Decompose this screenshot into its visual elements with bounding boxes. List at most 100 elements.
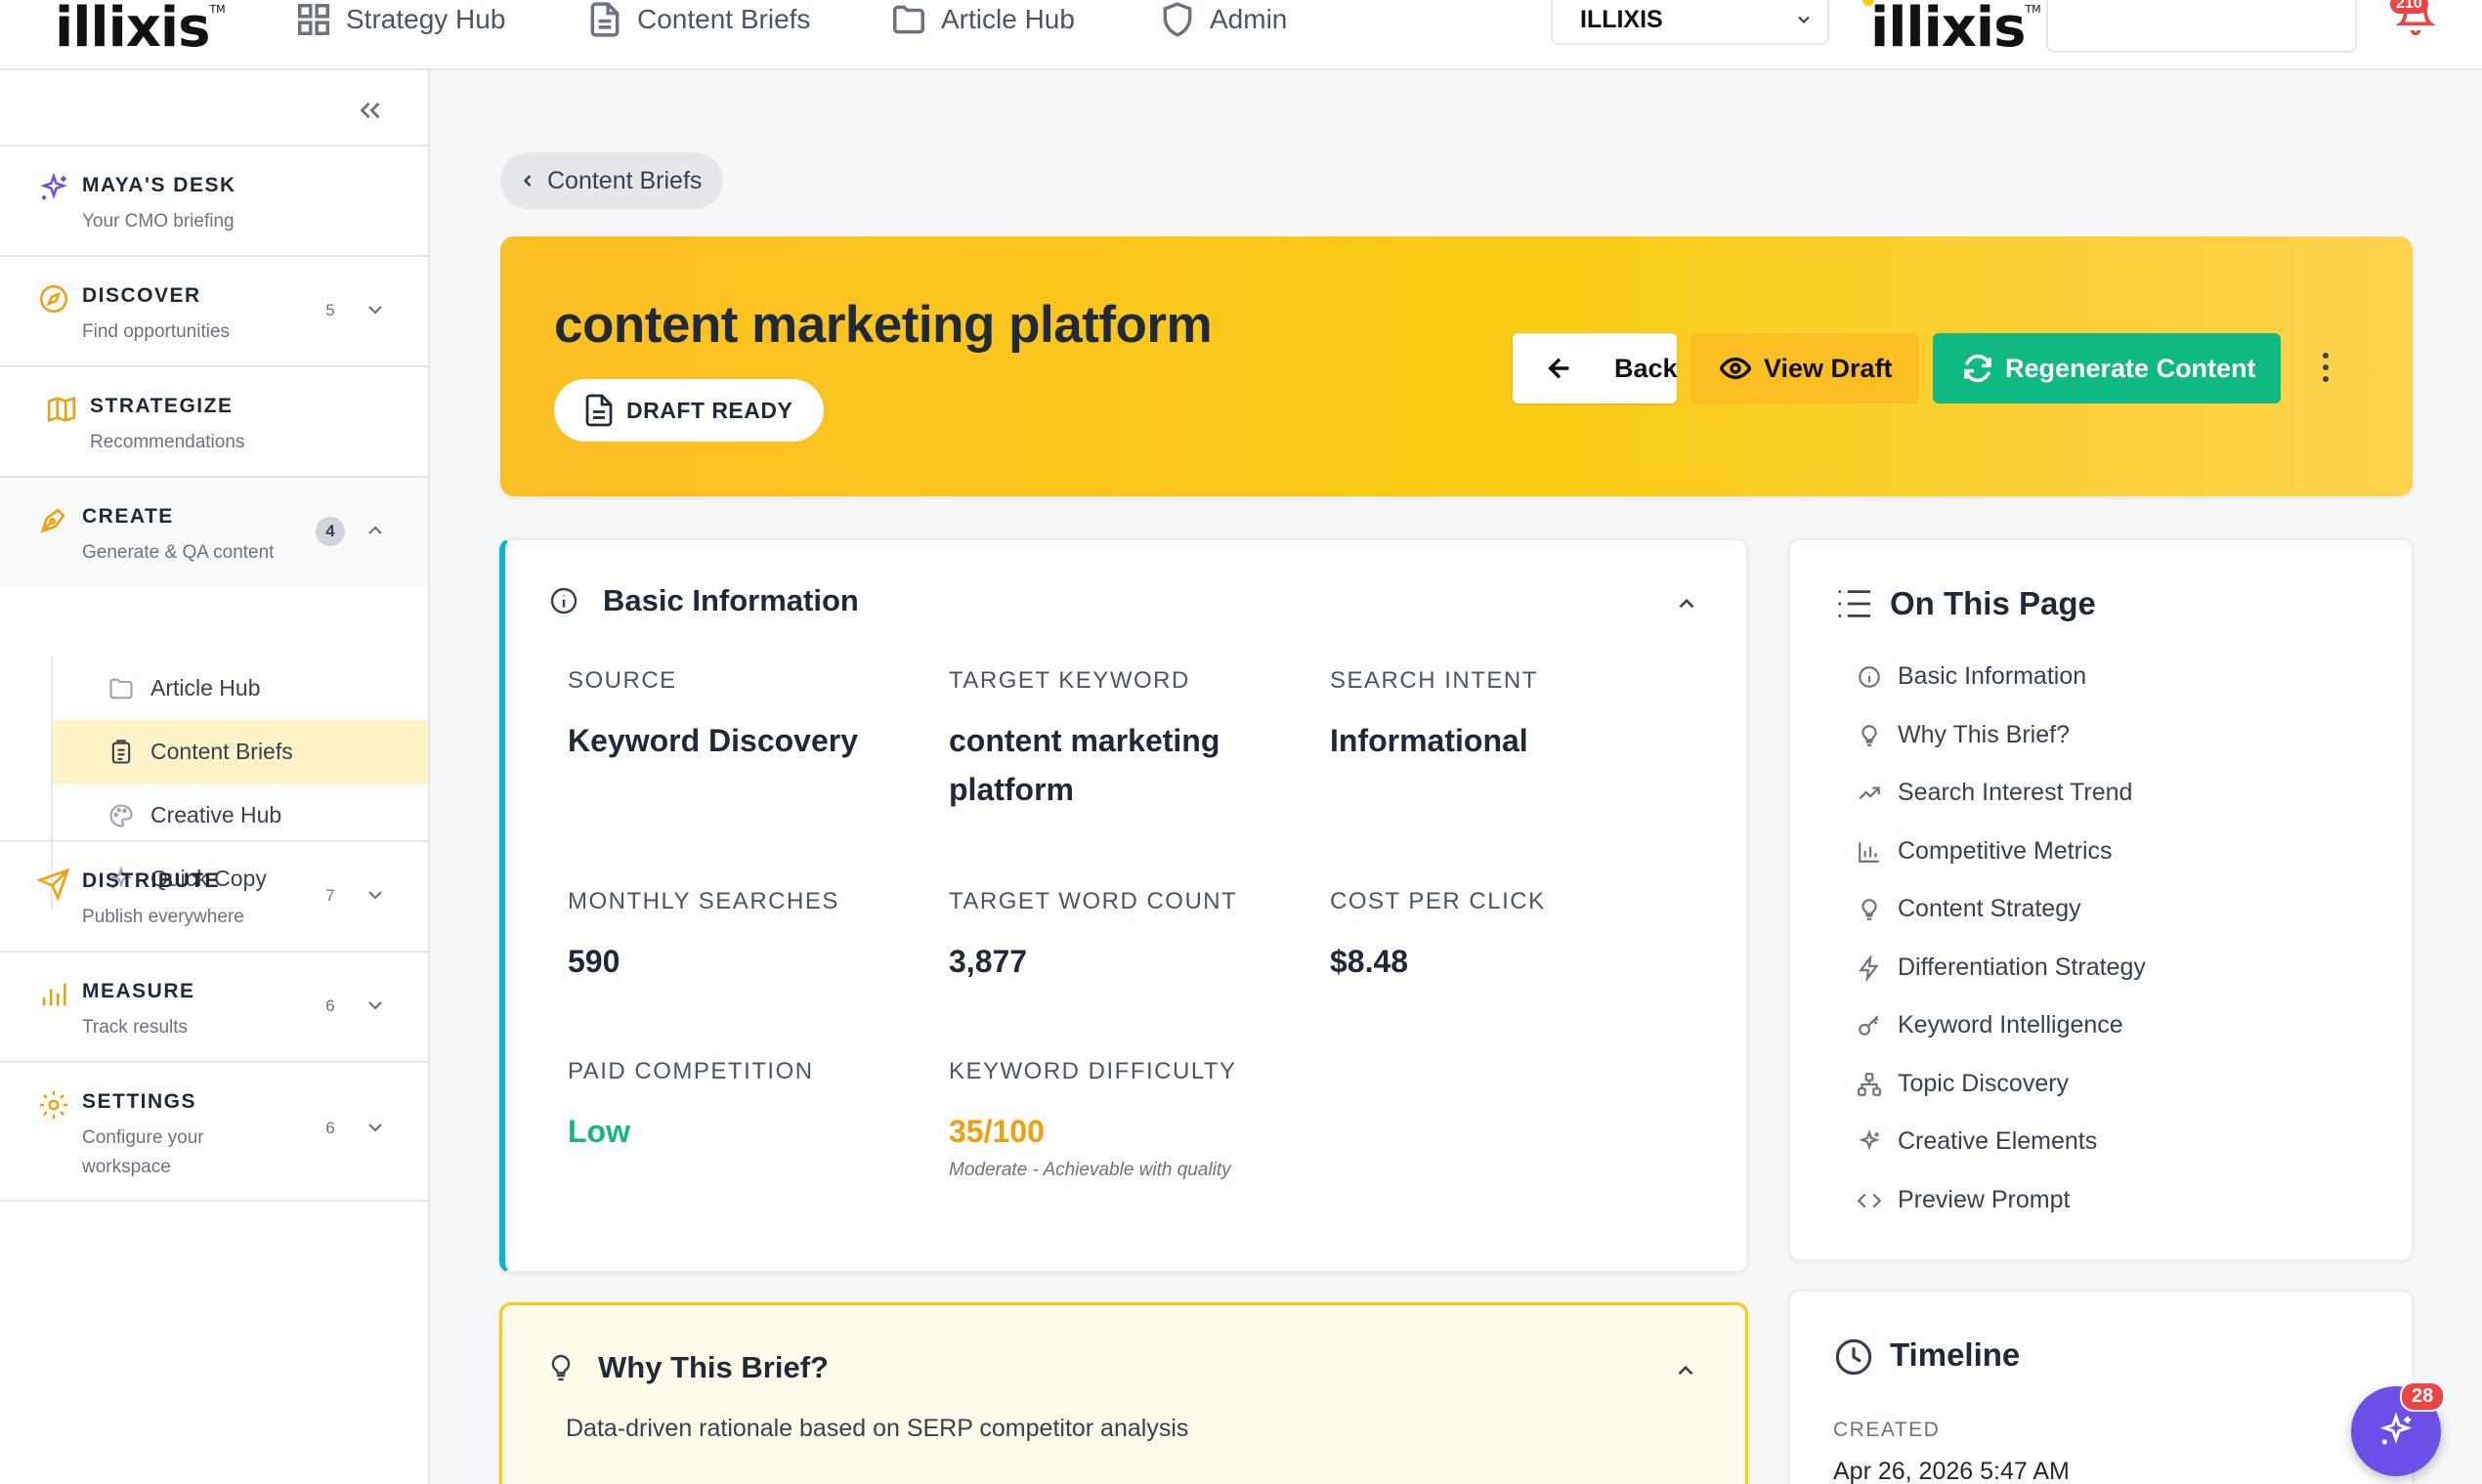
section-title: DISCOVER — [82, 284, 201, 307]
section-title: DISTRIBUTE — [82, 869, 220, 892]
nav-label: Strategy Hub — [346, 4, 506, 34]
section-title: MAYA'S DESK — [82, 174, 236, 196]
toc-list: Basic Information Why This Brief? Search… — [1857, 648, 2146, 1229]
section-subtitle: Generate & QA content — [82, 542, 275, 563]
zap-icon — [1859, 954, 1879, 981]
folder-icon — [109, 678, 133, 699]
section-subtitle: Find opportunities — [82, 321, 231, 342]
clipboard-icon — [111, 739, 131, 764]
sub-item-label: Content Briefs — [150, 739, 293, 764]
nav-strategy-hub[interactable]: Strategy Hub — [295, 0, 505, 39]
list-icon — [1838, 590, 1870, 617]
lightbulb-icon — [1862, 724, 1877, 746]
sidebar-item-distribute[interactable]: DISTRIBUTE Publish everywhere 7 — [0, 840, 428, 951]
section-subtitle: Configure your workspace — [82, 1127, 204, 1177]
sparkles-icon — [2379, 1412, 2413, 1445]
chevron-up-icon[interactable] — [1673, 1358, 1698, 1383]
shield-icon — [1163, 2, 1192, 37]
sidebar-item-create[interactable]: CREATE Generate & QA content 4 — [0, 476, 428, 586]
info-icon — [550, 587, 578, 615]
notification-badge: 210 — [2390, 0, 2428, 14]
nav-article-hub[interactable]: Article Hub — [890, 0, 1075, 39]
search-input[interactable] — [2046, 0, 2357, 53]
back-button[interactable]: Back — [1513, 333, 1678, 403]
eye-icon — [1720, 357, 1751, 380]
chevron-up-icon[interactable] — [1674, 591, 1699, 616]
organization-select[interactable]: ILLIXIS — [1551, 0, 1829, 45]
sidebar-item-content-briefs[interactable]: Content Briefs — [53, 720, 428, 784]
brand-logo-secondary: illixisTM — [1862, 0, 2041, 60]
bar-chart-icon — [1859, 841, 1879, 863]
compass-icon — [39, 284, 68, 314]
brief-header: content marketing platform DRAFT READY B… — [500, 236, 2413, 496]
breadcrumb-back-link[interactable]: Content Briefs — [500, 152, 724, 209]
toc-link-creative-elements[interactable]: Creative Elements — [1857, 1113, 2146, 1171]
toc-link-topic-discovery[interactable]: Topic Discovery — [1857, 1055, 2146, 1114]
card-header: On This Page — [1835, 585, 2096, 622]
card-header: Timeline — [1833, 1336, 2020, 1376]
assistant-badge: 28 — [2400, 1381, 2446, 1412]
sidebar-item-strategize[interactable]: STRATEGIZE Recommendations — [0, 365, 428, 476]
brand-logo[interactable]: illixisTM — [55, 0, 226, 60]
toc-link-basic-information[interactable]: Basic Information — [1857, 648, 2146, 706]
lightbulb-icon — [551, 1354, 571, 1381]
section-count: 6 — [325, 1119, 335, 1137]
sidebar: MAYA'S DESK Your CMO briefing DISCOVER F… — [0, 70, 430, 1484]
on-this-page-card: On This Page Basic Information Why This … — [1788, 538, 2414, 1261]
toc-link-competitive-metrics[interactable]: Competitive Metrics — [1857, 823, 2146, 881]
breadcrumb-label: Content Briefs — [547, 167, 703, 194]
toc-link-differentiation-strategy[interactable]: Differentiation Strategy — [1857, 939, 2146, 997]
chevron-down-icon[interactable] — [364, 1116, 387, 1139]
card-title: On This Page — [1890, 585, 2096, 621]
key-icon — [1859, 1015, 1879, 1036]
section-title: MEASURE — [82, 980, 195, 1002]
section-count: 4 — [316, 517, 345, 546]
chevron-up-icon[interactable] — [364, 519, 387, 542]
chevron-down-icon[interactable] — [364, 994, 387, 1017]
more-options-icon[interactable] — [2316, 350, 2335, 385]
grid-icon — [298, 4, 329, 35]
status-label: DRAFT READY — [626, 398, 793, 423]
gear-icon — [39, 1090, 68, 1120]
card-title: Basic Information — [603, 583, 859, 617]
section-count: 5 — [325, 301, 335, 319]
sidebar-item-mayas-desk[interactable]: MAYA'S DESK Your CMO briefing — [0, 145, 428, 255]
toc-link-why-this-brief[interactable]: Why This Brief? — [1857, 706, 2146, 765]
section-subtitle: Recommendations — [90, 432, 245, 452]
sidebar-item-discover[interactable]: DISCOVER Find opportunities 5 — [0, 255, 428, 365]
status-badge: DRAFT READY — [554, 379, 825, 442]
section-count: 6 — [325, 996, 335, 1015]
page-title: content marketing platform — [554, 296, 1213, 354]
card-header[interactable]: Basic Information — [548, 583, 859, 618]
basic-information-card: Basic Information SOURCE Keyword Discove… — [499, 538, 1748, 1273]
view-draft-button[interactable]: View Draft — [1690, 333, 1919, 403]
timeline-card: Timeline CREATED Apr 26, 2026 5:47 AM — [1788, 1290, 2414, 1484]
map-icon — [47, 396, 76, 423]
chevron-down-icon[interactable] — [364, 298, 387, 321]
card-header[interactable]: Why This Brief? — [545, 1350, 829, 1385]
arrow-left-icon — [1548, 358, 1569, 379]
network-icon — [1858, 1072, 1881, 1096]
toc-link-search-interest-trend[interactable]: Search Interest Trend — [1857, 764, 2146, 823]
card-title: Why This Brief? — [598, 1350, 829, 1384]
sidebar-item-creative-hub[interactable]: Creative Hub — [53, 784, 428, 847]
section-subtitle: Track results — [82, 1017, 189, 1038]
sidebar-item-settings[interactable]: SETTINGS Configure your workspace 6 — [0, 1061, 428, 1202]
toc-link-preview-prompt[interactable]: Preview Prompt — [1857, 1171, 2146, 1230]
field-target-keyword: TARGET KEYWORD content marketing platfor… — [949, 667, 1220, 807]
toc-link-content-strategy[interactable]: Content Strategy — [1857, 880, 2146, 939]
sidebar-item-measure[interactable]: MEASURE Track results 6 — [0, 951, 428, 1061]
regenerate-content-button[interactable]: Regenerate Content — [1933, 333, 2281, 403]
nav-content-briefs[interactable]: Content Briefs — [586, 0, 810, 39]
collapse-sidebar-icon[interactable] — [354, 94, 387, 127]
sub-item-label: Article Hub — [150, 675, 261, 700]
folder-icon — [893, 5, 924, 34]
chevron-down-icon[interactable] — [364, 883, 387, 907]
lightbulb-icon — [1862, 899, 1877, 920]
field-keyword-difficulty: KEYWORD DIFFICULTY 35/100 Moderate - Ach… — [949, 1058, 1237, 1180]
nav-admin[interactable]: Admin — [1159, 0, 1287, 39]
toc-link-keyword-intelligence[interactable]: Keyword Intelligence — [1857, 996, 2146, 1055]
bar-chart-icon — [42, 983, 66, 1006]
section-title: SETTINGS — [82, 1090, 197, 1113]
sidebar-item-article-hub[interactable]: Article Hub — [53, 657, 428, 720]
